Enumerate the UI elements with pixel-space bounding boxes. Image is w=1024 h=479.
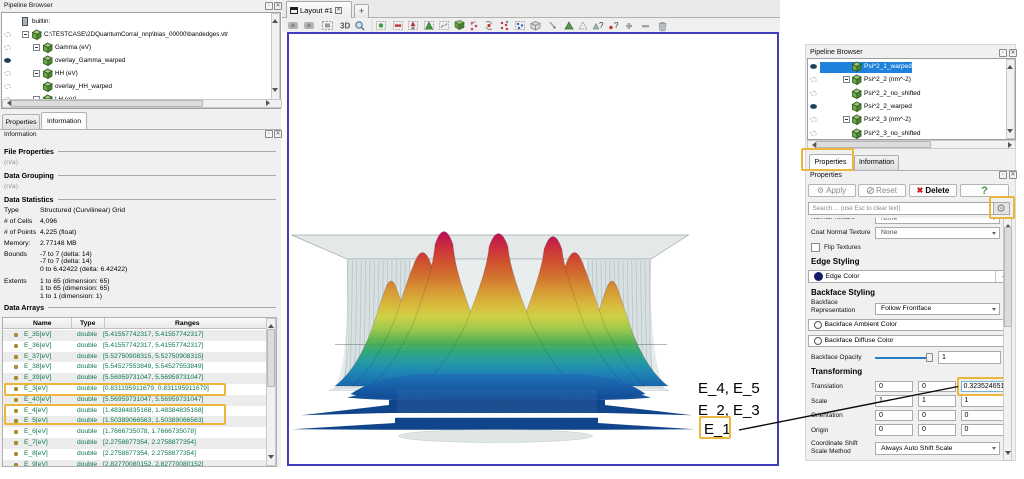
svg-text:3D: 3D	[340, 22, 350, 31]
svg-text:?: ?	[599, 21, 604, 30]
svg-text:?: ?	[614, 21, 619, 30]
